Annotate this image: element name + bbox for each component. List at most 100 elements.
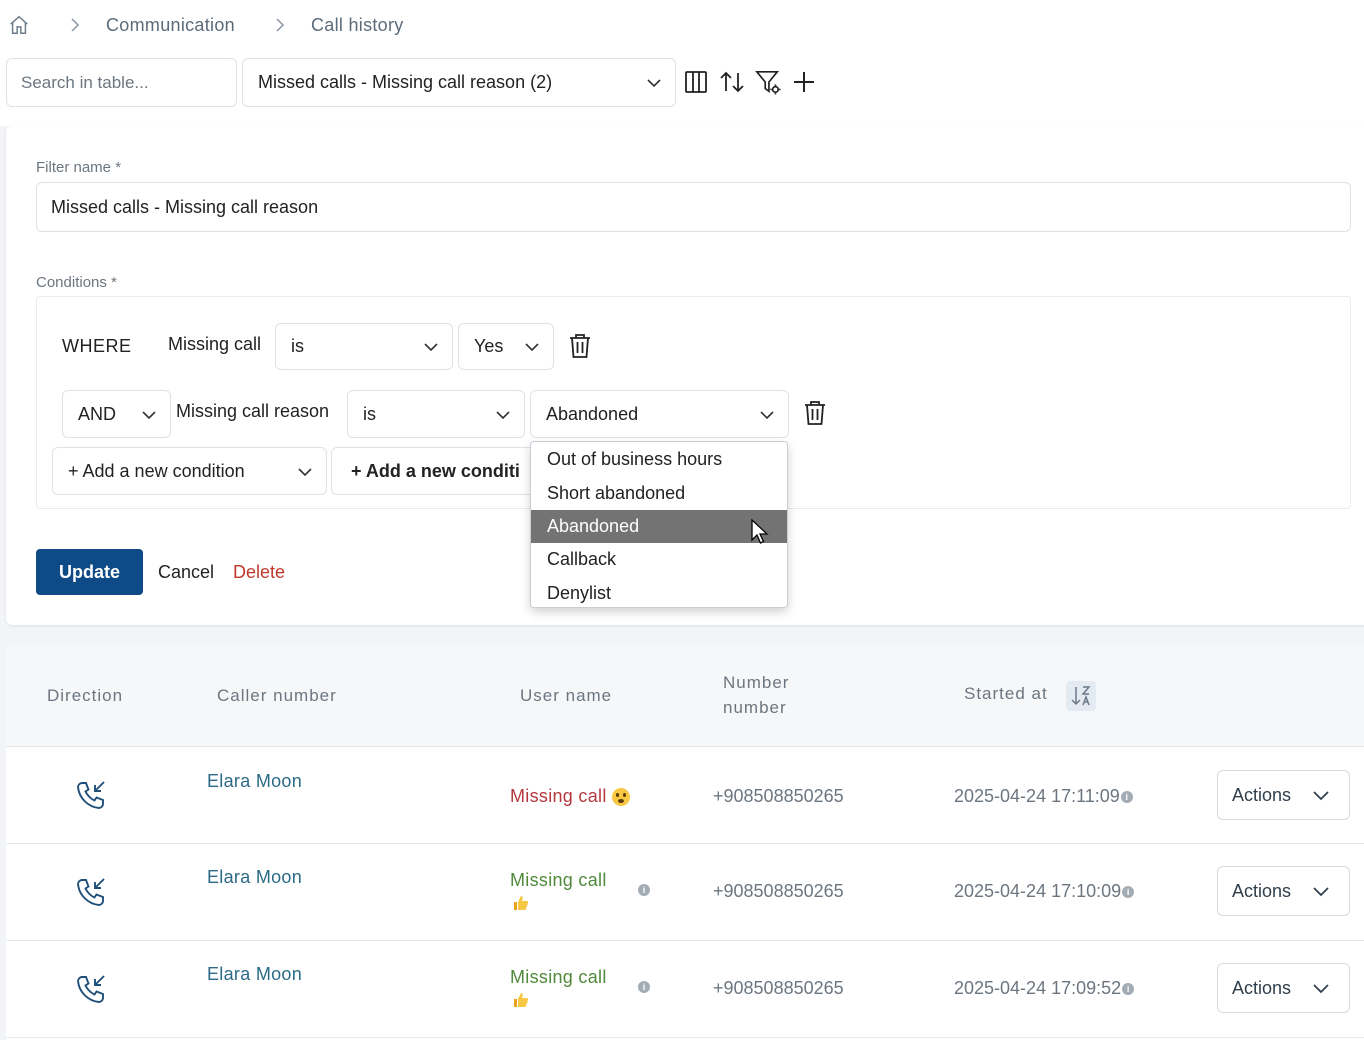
mouse-cursor-icon — [751, 519, 769, 544]
table-row[interactable]: Elara Moon Missing call i +908508850265 … — [6, 844, 1364, 941]
chevron-down-icon — [525, 336, 539, 357]
breadcrumb: Communication Call history — [0, 0, 1364, 50]
toolbar: Missed calls - Missing call reason (2) — [0, 50, 1364, 126]
columns-icon[interactable] — [683, 68, 709, 96]
actions-button[interactable]: Actions — [1217, 866, 1350, 916]
status-text: Missing call — [510, 967, 607, 987]
missing-call-status: Missing call — [510, 967, 607, 988]
chevron-right-icon — [70, 18, 80, 32]
operator-value: is — [291, 336, 304, 356]
filter-name-input[interactable]: Missed calls - Missing call reason — [36, 182, 1351, 232]
condition-reason-select[interactable]: Abandoned — [530, 390, 789, 438]
dropdown-option-short-abandoned[interactable]: Short abandoned — [531, 476, 787, 509]
delete-button[interactable]: Delete — [233, 562, 285, 583]
value-text: Yes — [474, 336, 504, 356]
started-at-text: 2025-04-24 17:09:52 — [954, 978, 1122, 998]
actions-label: Actions — [1232, 977, 1292, 998]
chevron-down-icon — [647, 72, 661, 93]
condition-value-select[interactable]: Yes — [458, 323, 554, 370]
chevron-down-icon — [1313, 785, 1329, 806]
dropdown-option-out-of-business-hours[interactable]: Out of business hours — [531, 443, 787, 476]
condition-field-missing-call-reason: Missing call reason — [176, 401, 330, 421]
table-row[interactable]: Elara Moon Missing call i +908508850265 … — [6, 941, 1364, 1038]
breadcrumb-communication[interactable]: Communication — [106, 15, 235, 36]
phone-number: +908508850265 — [713, 881, 844, 901]
condition-field-missing-call: Missing call — [168, 334, 262, 354]
caller-name[interactable]: Elara Moon — [207, 771, 302, 792]
actions-label: Actions — [1232, 784, 1292, 805]
where-label: WHERE — [62, 336, 132, 356]
saved-filter-select[interactable]: Missed calls - Missing call reason (2) — [242, 58, 676, 107]
logic-operator-select[interactable]: AND — [62, 390, 171, 438]
update-button[interactable]: Update — [36, 549, 143, 595]
filter-name-label: Filter name * — [36, 159, 122, 176]
condition-operator-select[interactable]: is — [275, 323, 453, 370]
condition-operator-select[interactable]: is — [347, 390, 525, 438]
actions-button[interactable]: Actions — [1217, 770, 1350, 820]
add-icon[interactable] — [791, 68, 817, 96]
header-direction[interactable]: Direction — [47, 686, 123, 706]
reason-value: Abandoned — [546, 403, 639, 424]
info-icon[interactable]: i — [638, 884, 650, 896]
info-icon[interactable]: i — [1120, 790, 1133, 803]
chevron-down-icon — [496, 404, 510, 425]
incoming-call-icon — [77, 878, 105, 906]
chevron-down-icon — [298, 461, 312, 482]
phone-number: +908508850265 — [713, 978, 844, 998]
status-text: Missing call — [510, 786, 607, 806]
chevron-down-icon — [1313, 978, 1329, 999]
info-icon[interactable]: i — [1122, 885, 1135, 898]
breadcrumb-call-history[interactable]: Call history — [311, 15, 404, 36]
info-icon[interactable]: i — [1122, 982, 1135, 995]
started-at-text: 2025-04-24 17:10:09 — [954, 881, 1122, 901]
started-at: 2025-04-24 17:11:09 i — [954, 786, 1133, 807]
header-caller-number[interactable]: Caller number — [217, 686, 337, 706]
table-header: Direction Caller number User name Number… — [6, 645, 1364, 747]
trash-icon[interactable] — [803, 400, 827, 426]
missing-call-status: Missing call — [510, 786, 630, 807]
header-started-at[interactable]: Started at — [964, 684, 1048, 704]
status-text: Missing call — [510, 870, 607, 890]
header-number-line2: number — [723, 698, 787, 717]
thumbs-up-icon — [513, 895, 529, 916]
thumbs-up-icon — [513, 992, 529, 1013]
caller-name[interactable]: Elara Moon — [207, 964, 302, 985]
phone-number: +908508850265 — [713, 786, 844, 806]
add-condition-select-label: + Add a new condition — [68, 460, 245, 481]
add-condition-button[interactable]: + Add a new conditi — [331, 447, 541, 495]
worried-face-icon — [611, 788, 630, 807]
logic-value: AND — [78, 403, 117, 424]
chevron-down-icon — [760, 404, 774, 425]
filter-settings-icon[interactable] — [755, 68, 781, 96]
home-icon[interactable] — [8, 14, 30, 36]
saved-filter-value: Missed calls - Missing call reason (2) — [258, 72, 553, 92]
incoming-call-icon — [77, 975, 105, 1003]
incoming-call-icon — [77, 781, 105, 809]
reason-dropdown-menu: Out of business hours Short abandoned Ab… — [530, 441, 788, 608]
actions-label: Actions — [1232, 880, 1292, 901]
operator-value: is — [363, 403, 376, 424]
started-at: 2025-04-24 17:09:52 i — [954, 978, 1135, 999]
chevron-down-icon — [1313, 881, 1329, 902]
started-at: 2025-04-24 17:10:09 i — [954, 881, 1135, 902]
search-input[interactable] — [6, 58, 237, 107]
chevron-down-icon — [142, 404, 156, 425]
trash-icon[interactable] — [568, 333, 592, 359]
table-row[interactable]: Elara Moon Missing call +908508850265 20… — [6, 747, 1364, 844]
dropdown-option-callback[interactable]: Callback — [531, 543, 787, 576]
caller-name[interactable]: Elara Moon — [207, 867, 302, 888]
header-user-name[interactable]: User name — [520, 686, 612, 706]
info-icon[interactable]: i — [638, 981, 650, 993]
actions-button[interactable]: Actions — [1217, 963, 1350, 1013]
dropdown-option-abandoned[interactable]: Abandoned — [531, 509, 787, 544]
missing-call-status: Missing call — [510, 870, 607, 891]
dropdown-option-denylist[interactable]: Denylist — [531, 577, 787, 610]
add-condition-select[interactable]: + Add a new condition — [52, 447, 327, 495]
chevron-down-icon — [424, 336, 438, 357]
sort-icon[interactable] — [719, 68, 745, 96]
conditions-label: Conditions * — [36, 274, 117, 291]
header-number-line1[interactable]: Number — [723, 673, 789, 693]
call-history-table: Direction Caller number User name Number… — [6, 645, 1364, 1040]
cancel-button[interactable]: Cancel — [158, 562, 214, 583]
sort-za-icon[interactable] — [1066, 681, 1096, 711]
